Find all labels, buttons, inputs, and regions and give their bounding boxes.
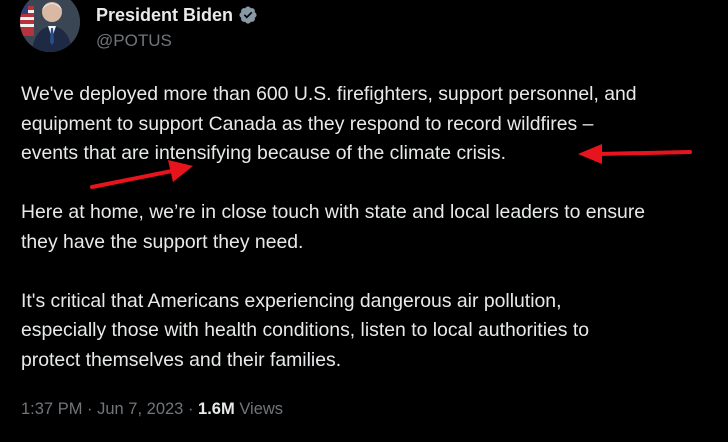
tweet-meta: 1:37 PM · Jun 7, 2023 · 1.6M Views bbox=[21, 400, 283, 419]
meta-separator: · bbox=[82, 400, 98, 418]
avatar[interactable] bbox=[20, 0, 80, 52]
views-count: 1.6M bbox=[198, 400, 235, 418]
tweet-paragraph-1: We've deployed more than 600 U.S. firefi… bbox=[21, 83, 637, 164]
views-link[interactable]: 1.6M Views bbox=[198, 400, 283, 418]
timestamp-link[interactable]: 1:37 PM · Jun 7, 2023 bbox=[21, 400, 183, 418]
display-name[interactable]: President Biden bbox=[96, 5, 233, 26]
tweet-paragraph-3: It's critical that Americans experiencin… bbox=[21, 289, 590, 371]
profile-photo-icon bbox=[20, 0, 80, 52]
meta-separator: · bbox=[183, 400, 199, 418]
handle[interactable]: @POTUS bbox=[96, 31, 258, 51]
tweet-card: President Biden @POTUS We've deployed mo… bbox=[0, 0, 728, 442]
tweet-date: Jun 7, 2023 bbox=[97, 400, 184, 418]
views-label: Views bbox=[234, 400, 284, 418]
display-name-row: President Biden bbox=[96, 2, 258, 28]
tweet-time: 1:37 PM bbox=[21, 400, 83, 418]
verified-badge-icon[interactable] bbox=[238, 5, 258, 25]
tweet-paragraph-2: Here at home, we’re in close touch with … bbox=[21, 201, 646, 253]
tweet-text: We've deployed more than 600 U.S. firefi… bbox=[21, 80, 721, 405]
author-names: President Biden @POTUS bbox=[96, 2, 258, 51]
